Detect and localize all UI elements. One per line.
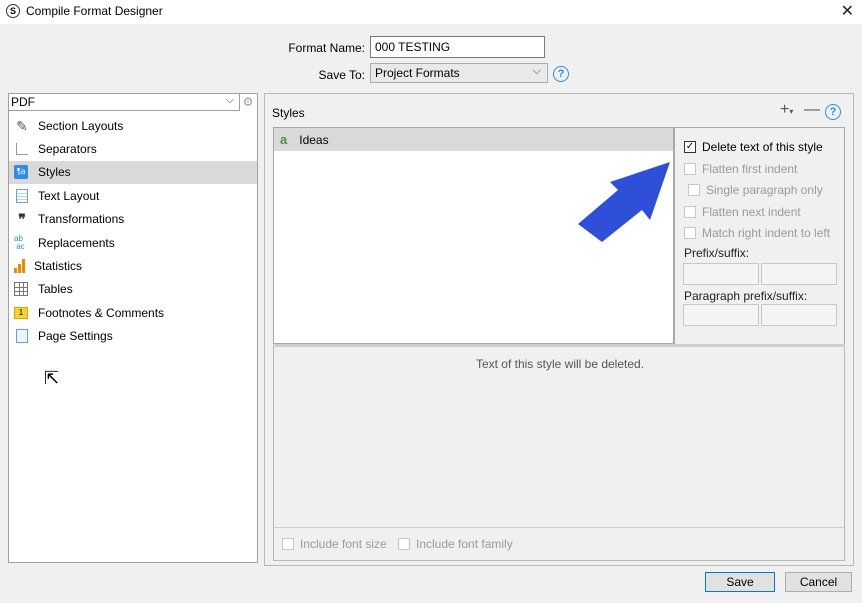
checkbox-icon <box>684 163 696 175</box>
scrivener-app-icon: S <box>6 4 20 18</box>
match-right-indent-checkbox[interactable]: Match right indent to left <box>684 226 830 240</box>
nav-item-transformations[interactable]: ❞ Transformations <box>9 208 257 231</box>
format-name-input[interactable] <box>370 36 545 58</box>
note-icon: 1 <box>14 306 28 319</box>
add-style-icon[interactable]: +▾ <box>780 101 793 119</box>
nav-item-section-layouts[interactable]: ✎ Section Layouts <box>9 114 257 137</box>
flatten-next-indent-checkbox[interactable]: Flatten next indent <box>684 205 801 219</box>
flatten-first-label: Flatten first indent <box>702 162 798 176</box>
close-icon[interactable]: ✕ <box>841 1 854 21</box>
nav-item-label: Tables <box>38 282 73 297</box>
chevron-down-icon: ⌵ <box>225 94 234 106</box>
styles-heading: Styles <box>272 106 305 120</box>
nav-item-statistics[interactable]: Statistics <box>9 254 257 277</box>
nav-item-label: Footnotes & Comments <box>38 305 165 320</box>
output-format-value: PDF <box>11 95 35 109</box>
statistics-icon <box>14 259 25 274</box>
prefix-input[interactable] <box>683 263 759 285</box>
output-format-select[interactable]: PDF ⌵ <box>8 93 240 111</box>
style-name: Ideas <box>299 132 329 147</box>
paragraph-suffix-input[interactable] <box>761 304 837 326</box>
save-to-value: Project Formats <box>375 66 460 80</box>
table-icon <box>14 282 28 297</box>
checkbox-icon <box>688 184 700 196</box>
chevron-down-icon: ⌵ <box>532 65 541 77</box>
nav-item-label: Statistics <box>34 259 83 274</box>
save-button[interactable]: Save <box>705 572 775 592</box>
page-icon <box>16 329 28 344</box>
checkbox-icon <box>282 538 294 550</box>
single-paragraph-label: Single paragraph only <box>706 183 823 197</box>
nav-item-styles[interactable]: ¶a Styles <box>9 160 257 185</box>
nav-item-page-settings[interactable]: Page Settings <box>9 325 257 348</box>
style-row-ideas[interactable]: a Ideas <box>274 128 673 151</box>
nav-item-label: Replacements <box>38 235 115 250</box>
include-font-size-label: Include font size <box>300 537 387 551</box>
nav-item-label: Section Layouts <box>38 118 124 133</box>
nav-item-label: Styles <box>38 165 71 180</box>
replace-icon: ab ac <box>14 233 25 251</box>
remove-style-icon[interactable]: — <box>804 101 820 119</box>
flatten-first-indent-checkbox[interactable]: Flatten first indent <box>684 162 797 176</box>
flatten-next-label: Flatten next indent <box>702 205 801 219</box>
separator-icon <box>16 143 28 156</box>
preview-message: Text of this style will be deleted. <box>475 357 645 371</box>
match-right-label: Match right indent to left <box>702 226 831 240</box>
section-nav-list: ✎ Section Layouts Separators ¶a Styles T… <box>9 114 257 348</box>
nav-item-label: Page Settings <box>38 329 113 344</box>
save-to-select[interactable]: Project Formats ⌵ <box>370 63 548 83</box>
nav-item-label: Separators <box>38 142 97 157</box>
checkbox-checked-icon: ✓ <box>684 141 696 153</box>
cancel-button[interactable]: Cancel <box>785 572 852 592</box>
format-name-label: Format Name: <box>288 41 365 55</box>
window-title: Compile Format Designer <box>26 4 163 18</box>
suffix-input[interactable] <box>761 263 837 285</box>
checkbox-icon <box>398 538 410 550</box>
prefix-suffix-label: Prefix/suffix: <box>684 246 750 260</box>
nav-item-label: Transformations <box>38 212 125 227</box>
annotation-arrow-icon <box>578 162 670 242</box>
gear-icon[interactable]: ⚙ <box>240 94 256 110</box>
delete-text-label: Delete text of this style <box>702 140 823 154</box>
help-icon[interactable]: ? <box>553 66 569 82</box>
nav-item-tables[interactable]: Tables <box>9 278 257 301</box>
quote-icon: ❞ <box>18 211 26 228</box>
include-font-size-checkbox[interactable]: Include font size <box>282 537 387 551</box>
nav-item-replacements[interactable]: ab ac Replacements <box>9 231 257 254</box>
single-paragraph-checkbox[interactable]: Single paragraph only <box>688 183 823 197</box>
nav-item-label: Text Layout <box>38 188 100 203</box>
mouse-cursor-icon: ⇱ <box>44 368 60 388</box>
divider <box>274 527 844 528</box>
style-glyph-icon: a <box>280 132 288 147</box>
text-layout-icon <box>16 188 28 203</box>
nav-item-separators[interactable]: Separators <box>9 137 257 160</box>
nav-item-text-layout[interactable]: Text Layout <box>9 184 257 207</box>
checkbox-icon <box>684 206 696 218</box>
help-icon[interactable]: ? <box>825 104 841 120</box>
title-bar: S Compile Format Designer ✕ <box>0 0 862 24</box>
include-font-family-label: Include font family <box>416 537 513 551</box>
checkbox-icon <box>684 227 696 239</box>
style-preview-area: Text of this style will be deleted. Incl… <box>273 347 845 561</box>
delete-text-checkbox[interactable]: ✓ Delete text of this style <box>684 140 823 154</box>
styles-icon: ¶a <box>14 165 28 180</box>
nav-item-footnotes[interactable]: 1 Footnotes & Comments <box>9 301 257 324</box>
paragraph-prefix-input[interactable] <box>683 304 759 326</box>
include-font-family-checkbox[interactable]: Include font family <box>398 537 513 551</box>
brush-icon: ✎ <box>16 117 28 134</box>
paragraph-prefix-suffix-label: Paragraph prefix/suffix: <box>684 289 808 303</box>
save-to-label: Save To: <box>318 68 365 82</box>
